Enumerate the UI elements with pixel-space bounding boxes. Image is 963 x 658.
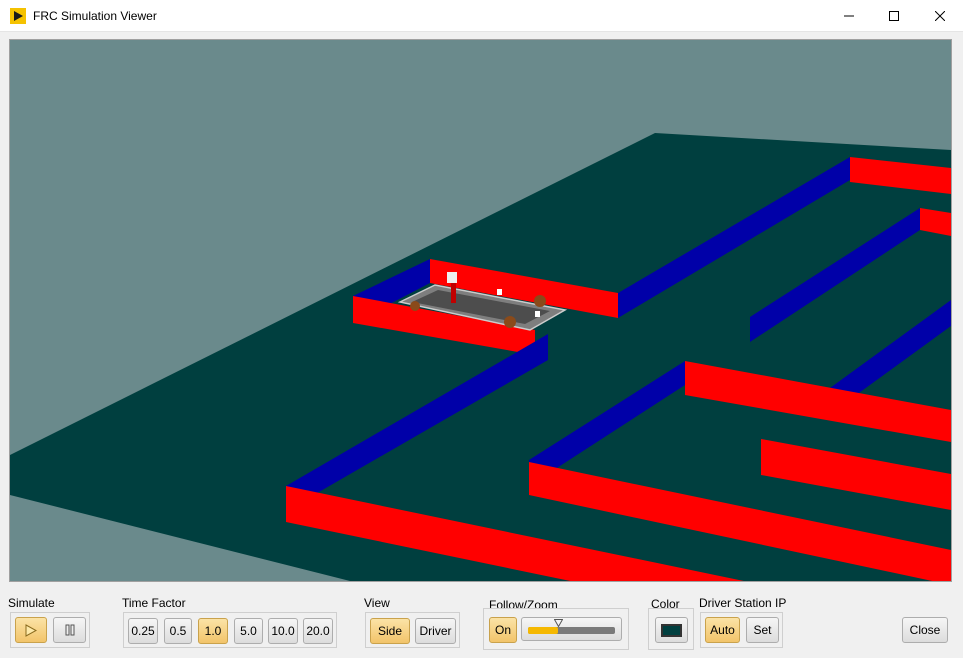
play-button[interactable] <box>15 617 47 643</box>
close-window-button[interactable] <box>917 0 963 31</box>
zoom-slider-thumb-icon[interactable] <box>554 619 563 627</box>
minimize-icon <box>844 15 854 16</box>
zoom-slider-fill <box>528 627 558 634</box>
driver-station-set-button[interactable]: Set <box>746 617 779 643</box>
play-icon <box>25 623 37 637</box>
maximize-icon <box>889 10 899 21</box>
view-driver-button[interactable]: Driver <box>415 618 456 644</box>
time-factor-0.25-button[interactable]: 0.25 <box>128 618 158 644</box>
field-scene <box>10 40 951 581</box>
zoom-slider[interactable] <box>521 617 622 641</box>
time-factor-0.5-button[interactable]: 0.5 <box>164 618 192 644</box>
window-title: FRC Simulation Viewer <box>33 9 157 23</box>
driver-station-ip-label: Driver Station IP <box>699 596 787 610</box>
time-factor-1.0-button[interactable]: 1.0 <box>198 618 228 644</box>
driver-station-auto-button[interactable]: Auto <box>705 617 740 643</box>
color-swatch <box>661 623 682 637</box>
close-button[interactable]: Close <box>902 617 948 643</box>
pause-button[interactable] <box>53 617 86 643</box>
title-bar: FRC Simulation Viewer <box>0 0 963 32</box>
view-label: View <box>364 596 390 610</box>
time-factor-5.0-button[interactable]: 5.0 <box>234 618 263 644</box>
follow-toggle-button[interactable]: On <box>489 617 517 643</box>
simulate-label: Simulate <box>8 596 55 610</box>
labview-app-icon <box>10 8 26 24</box>
maximize-button[interactable] <box>871 0 917 31</box>
pause-icon <box>65 624 74 636</box>
minimize-button[interactable] <box>826 0 872 31</box>
close-icon <box>935 10 945 21</box>
time-factor-10.0-button[interactable]: 10.0 <box>268 618 298 644</box>
time-factor-label: Time Factor <box>122 596 186 610</box>
time-factor-20.0-button[interactable]: 20.0 <box>303 618 333 644</box>
simulation-viewport[interactable] <box>9 39 952 582</box>
color-picker-button[interactable] <box>655 617 688 643</box>
view-side-button[interactable]: Side <box>370 618 410 644</box>
